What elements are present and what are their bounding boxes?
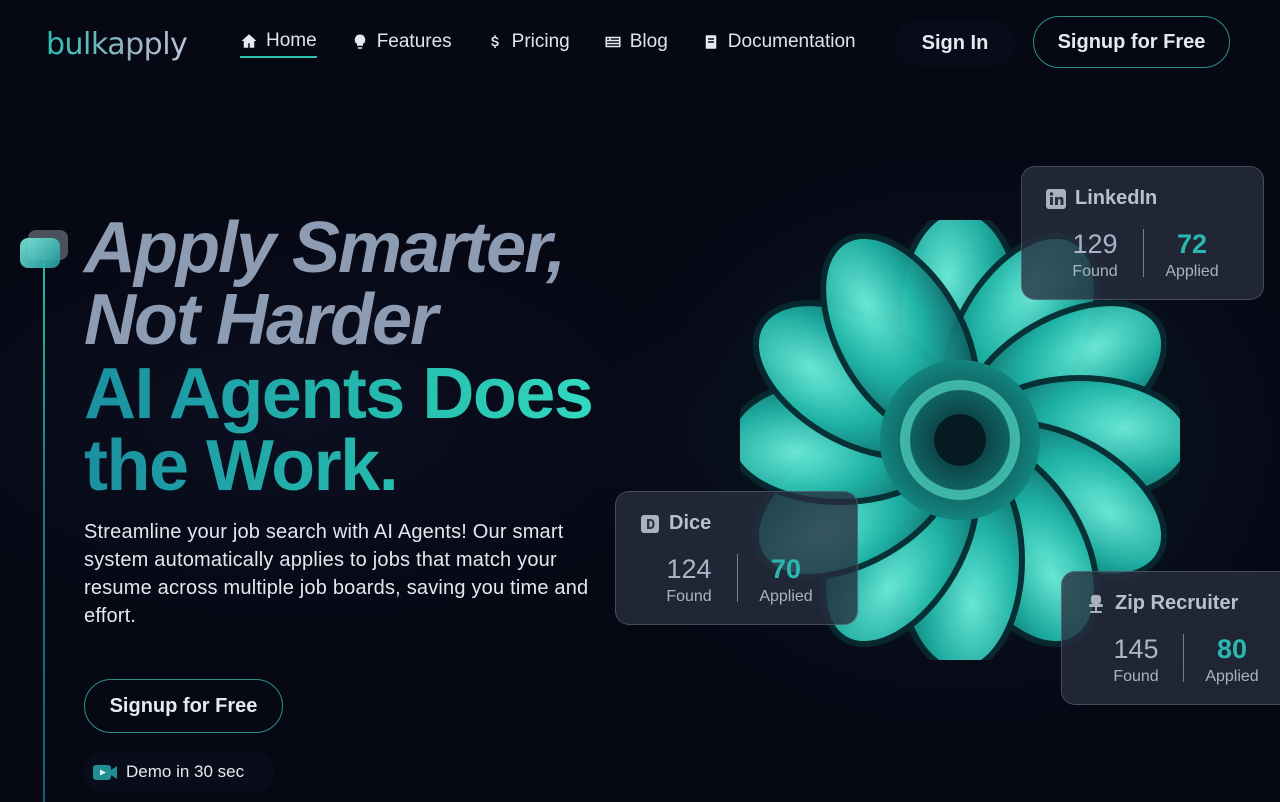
demo-button[interactable]: Demo in 30 sec [84, 752, 275, 792]
nav-item-features[interactable]: Features [351, 31, 452, 57]
vertical-accent-line [43, 262, 45, 802]
ziprecruiter-stats-card: Zip Recruiter 145 Found 80 Applied [1061, 571, 1280, 705]
applied-stat: 80 Applied [1184, 634, 1280, 686]
found-label: Found [1113, 668, 1159, 685]
applied-count: 70 [770, 554, 802, 584]
subheadline-line-2: the Work. [84, 426, 398, 506]
found-stat: 129 Found [1047, 229, 1143, 281]
brand-logo[interactable]: bulkapply [46, 24, 188, 64]
nav-item-label: Pricing [511, 31, 570, 52]
headline-line-2: Not Harder [84, 280, 438, 360]
found-label: Found [666, 588, 712, 605]
nav-item-label: Documentation [727, 31, 856, 52]
linkedin-icon [1046, 188, 1066, 209]
home-icon [241, 34, 257, 48]
applied-count: 72 [1176, 229, 1208, 259]
nav-item-label: Home [266, 30, 317, 51]
nav-item-home[interactable]: Home [240, 30, 317, 58]
newspaper-icon [605, 36, 621, 48]
nav-item-label: Features [376, 31, 452, 52]
nav-item-pricing[interactable]: Pricing [486, 31, 570, 57]
linkedin-stats-card: LinkedIn 129 Found 72 Applied [1021, 166, 1264, 300]
found-count: 129 [1072, 229, 1118, 259]
card-title: Dice [640, 512, 711, 535]
signup-button[interactable]: Signup for Free [1033, 16, 1230, 68]
applied-label: Applied [1205, 668, 1259, 685]
nav-menu: Home Features Pricing Blog Documentation [240, 30, 856, 58]
brand-name: bulkapply [46, 26, 188, 62]
found-stat: 145 Found [1088, 634, 1184, 686]
found-count: 124 [666, 554, 712, 584]
card-title-label: LinkedIn [1075, 187, 1158, 209]
found-count: 145 [1113, 634, 1159, 664]
lightbulb-icon [354, 34, 365, 49]
card-title-label: Dice [669, 512, 712, 534]
subheadline-line-1: AI Agents Does [84, 354, 593, 434]
sign-in-button[interactable]: Sign In [895, 20, 1015, 66]
hero-description: Streamline your job search with AI Agent… [84, 521, 589, 627]
headline-line-1: Apply Smarter, [84, 208, 566, 288]
dice-icon [641, 514, 659, 533]
card-title-label: Zip Recruiter [1115, 592, 1239, 614]
nav-item-documentation[interactable]: Documentation [702, 31, 856, 57]
demo-label: Demo in 30 sec [126, 762, 245, 781]
nav-item-blog[interactable]: Blog [604, 31, 668, 57]
dollar-icon [490, 35, 499, 48]
dice-stats-card: Dice 124 Found 70 Applied [615, 491, 858, 625]
applied-stat: 70 Applied [738, 554, 834, 606]
found-stat: 124 Found [641, 554, 737, 606]
nav-item-label: Blog [629, 31, 668, 52]
applied-label: Applied [759, 588, 813, 605]
applied-stat: 72 Applied [1144, 229, 1240, 281]
video-camera-icon [93, 765, 117, 780]
found-label: Found [1072, 263, 1118, 280]
hero-signup-button[interactable]: Signup for Free [84, 679, 283, 733]
applied-label: Applied [1165, 263, 1219, 280]
hero-subheadline: AI Agents Does the Work. [84, 358, 592, 502]
book-icon [705, 35, 717, 49]
applied-count: 80 [1216, 634, 1248, 664]
card-title: LinkedIn [1046, 187, 1157, 210]
top-navigation: bulkapply Home Features Pricing Blog Doc… [0, 0, 1280, 88]
card-title: Zip Recruiter [1086, 592, 1238, 615]
office-chair-icon [1089, 594, 1103, 613]
hero-headline: Apply Smarter, Not Harder [84, 212, 566, 356]
